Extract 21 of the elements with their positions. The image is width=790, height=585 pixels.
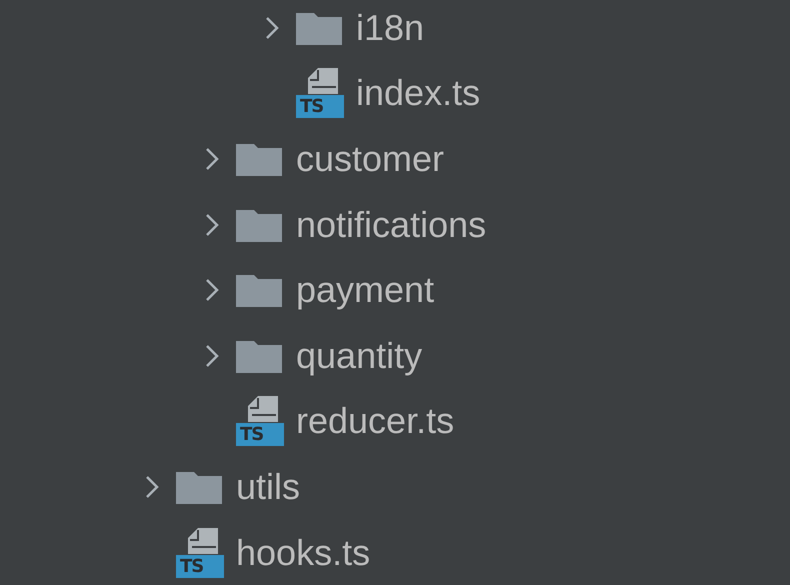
file-type-badge: TS xyxy=(296,95,344,118)
folder-name[interactable]: notifications xyxy=(296,204,486,246)
file-type-badge: TS xyxy=(236,423,284,446)
file-type-badge: TS xyxy=(176,554,224,578)
file-name[interactable]: index.ts xyxy=(356,72,480,114)
folder-icon xyxy=(176,470,222,504)
folder-icon xyxy=(236,338,282,373)
folder-icon xyxy=(236,208,282,242)
folder-name[interactable]: utils xyxy=(236,466,300,508)
folder-icon xyxy=(296,10,342,45)
file-name[interactable]: reducer.ts xyxy=(296,400,454,442)
folder-name[interactable]: i18n xyxy=(356,6,424,49)
file-icon xyxy=(248,396,278,422)
file-icon xyxy=(188,528,218,554)
folder-icon xyxy=(236,273,282,308)
file-name[interactable]: hooks.ts xyxy=(236,532,370,574)
folder-name[interactable]: payment xyxy=(296,269,434,312)
folder-icon xyxy=(236,142,282,176)
folder-name[interactable]: quantity xyxy=(296,334,422,377)
file-icon xyxy=(308,68,338,94)
folder-name[interactable]: customer xyxy=(296,138,444,180)
